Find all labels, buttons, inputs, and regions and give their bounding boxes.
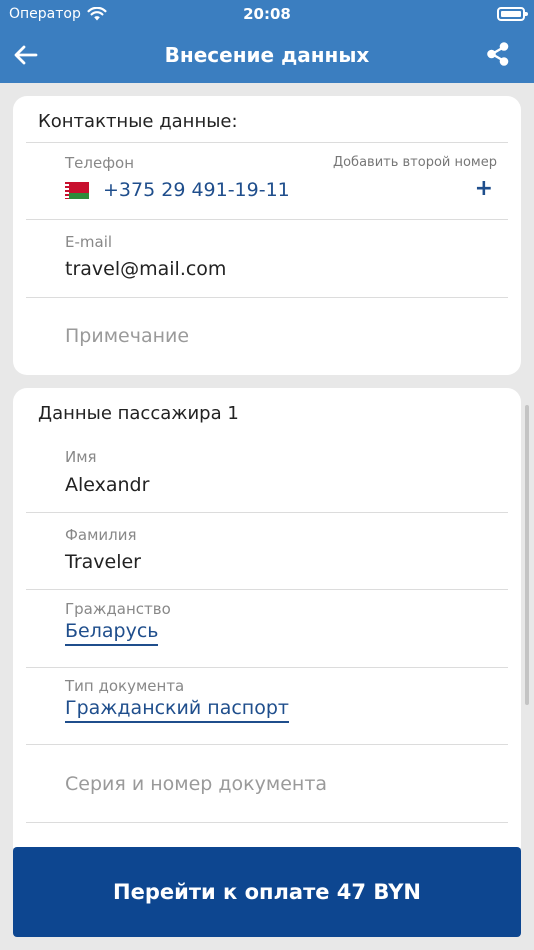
phone-label: Телефон [65, 154, 135, 172]
contact-header: Контактные данные: [38, 111, 238, 132]
divider [26, 512, 508, 513]
phone-value[interactable]: +375 29 491-19-11 [103, 179, 290, 201]
status-time: 20:08 [243, 5, 291, 23]
divider [26, 142, 508, 143]
belarus-flag-icon[interactable] [65, 181, 89, 199]
email-field[interactable]: travel@mail.com [65, 258, 226, 280]
last-name-field[interactable]: Traveler [65, 551, 141, 573]
note-field[interactable]: Примечание [65, 325, 189, 347]
divider [26, 219, 508, 220]
passenger-header: Данные пассажира 1 [38, 403, 239, 424]
first-name-field[interactable]: Alexandr [65, 474, 149, 496]
divider [26, 667, 508, 668]
citizenship-label: Гражданство [65, 600, 171, 618]
divider [26, 589, 508, 590]
add-second-number-label[interactable]: Добавить второй номер [333, 155, 497, 170]
share-icon[interactable] [484, 40, 512, 68]
top-bar: Оператор 20:08 Внесение данных [0, 0, 534, 83]
page-title: Внесение данных [164, 43, 370, 67]
doc-type-label: Тип документа [65, 677, 185, 695]
divider [26, 822, 508, 823]
divider [26, 297, 508, 298]
nav-bar: Внесение данных [0, 28, 534, 83]
passenger-card: Данные пассажира 1 Имя Alexandr Фамилия … [13, 388, 521, 848]
divider [26, 744, 508, 745]
doc-number-field[interactable]: Серия и номер документа [65, 773, 327, 795]
pay-button[interactable]: Перейти к оплате 47 BYN [13, 847, 521, 937]
contact-card: Контактные данные: Телефон Добавить втор… [13, 96, 521, 375]
plus-icon[interactable]: + [475, 176, 493, 201]
phone-field[interactable]: +375 29 491-19-11 [65, 179, 290, 201]
last-name-label: Фамилия [65, 526, 137, 544]
email-label: E-mail [65, 233, 113, 251]
citizenship-select[interactable]: Беларусь [65, 620, 159, 646]
scrollbar[interactable] [525, 405, 529, 705]
doc-type-select[interactable]: Гражданский паспорт [65, 697, 289, 723]
status-bar: Оператор 20:08 [0, 0, 534, 28]
battery-icon [497, 7, 528, 21]
first-name-label: Имя [65, 448, 97, 466]
